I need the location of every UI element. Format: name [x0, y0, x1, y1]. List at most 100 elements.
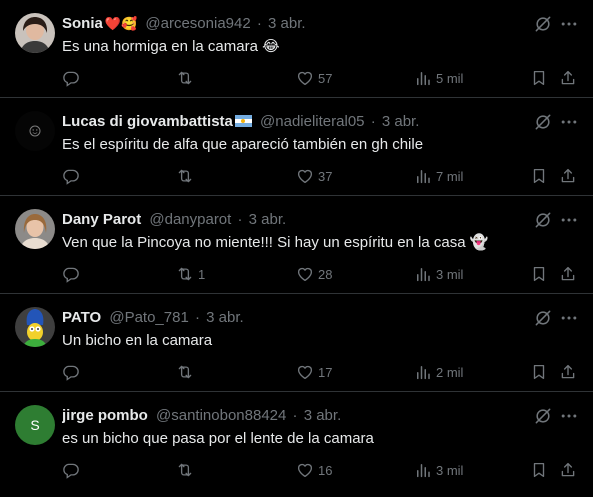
user-handle[interactable]: @Pato_781: [109, 309, 188, 326]
more-options-icon[interactable]: [559, 308, 579, 328]
views-count: 3 mil: [436, 462, 464, 478]
retweet-icon: [176, 265, 194, 283]
like-count: 57: [318, 70, 333, 86]
reply-item[interactable]: PATO @Pato_781 · 3 abr. Un bicho en la c…: [0, 294, 593, 392]
user-avatar[interactable]: [15, 13, 55, 53]
user-avatar[interactable]: [15, 307, 55, 347]
user-handle[interactable]: @nadieliteral05: [260, 113, 364, 130]
share-button[interactable]: [559, 460, 577, 480]
bookmark-icon: [530, 69, 548, 87]
action-bar: 57 5 mil: [62, 68, 579, 88]
reply-item[interactable]: Sonia ❤️🥰 @arcesonia942 · 3 abr. Es una h…: [0, 0, 593, 98]
reply-header: PATO @Pato_781 · 3 abr.: [62, 308, 523, 328]
share-button[interactable]: [559, 362, 577, 382]
separator-dot: ·: [256, 15, 262, 32]
post-date[interactable]: 3 abr.: [382, 113, 420, 130]
views-button[interactable]: 5 mil: [414, 68, 463, 88]
share-button[interactable]: [559, 68, 577, 88]
bookmark-button[interactable]: [530, 166, 548, 186]
replies-feed: Sonia ❤️🥰 @arcesonia942 · 3 abr. Es una h…: [0, 0, 593, 496]
retweet-button[interactable]: [176, 68, 198, 88]
reply-button[interactable]: [62, 166, 84, 186]
reply-icon: [62, 461, 80, 479]
post-date[interactable]: 3 abr.: [268, 15, 306, 32]
like-count: 16: [318, 462, 333, 478]
grok-icon[interactable]: [533, 210, 553, 230]
more-options-icon[interactable]: [559, 406, 579, 426]
bookmark-button[interactable]: [530, 362, 548, 382]
display-name[interactable]: Lucas di giovambattista: [62, 113, 233, 130]
reply-text: Es el espíritu de alfa que apareció tamb…: [62, 136, 424, 153]
action-bar: 17 2 mil: [62, 362, 579, 382]
reply-text: es un bicho que pasa por el lente de la …: [62, 430, 374, 447]
share-icon: [559, 363, 577, 381]
retweet-icon: [176, 363, 194, 381]
views-chart-icon: [414, 69, 432, 87]
like-button[interactable]: 17: [296, 362, 332, 382]
display-name[interactable]: PATO: [62, 309, 101, 326]
views-button[interactable]: 7 mil: [414, 166, 463, 186]
grok-icon[interactable]: [533, 112, 553, 132]
views-chart-icon: [414, 363, 432, 381]
grok-icon[interactable]: [533, 308, 553, 328]
reply-item[interactable]: S jirge pombo @santinobon88424 · 3 abr. …: [0, 392, 593, 496]
like-button[interactable]: 37: [296, 166, 332, 186]
bookmark-button[interactable]: [530, 460, 548, 480]
user-handle[interactable]: @arcesonia942: [145, 15, 250, 32]
bookmark-button[interactable]: [530, 264, 548, 284]
name-emoji: ❤️🥰: [104, 16, 138, 31]
views-chart-icon: [414, 265, 432, 283]
share-icon: [559, 265, 577, 283]
heart-icon: [296, 363, 314, 381]
separator-dot: ·: [194, 309, 200, 326]
reply-item[interactable]: Dany Parot @danyparot · 3 abr. Ven que l…: [0, 196, 593, 294]
reply-header: jirge pombo @santinobon88424 · 3 abr.: [62, 406, 523, 426]
more-options-icon[interactable]: [559, 210, 579, 230]
retweet-button[interactable]: [176, 460, 198, 480]
user-avatar[interactable]: S: [15, 405, 55, 445]
bookmark-icon: [530, 461, 548, 479]
grok-icon[interactable]: [533, 406, 553, 426]
like-count: 28: [318, 266, 333, 282]
retweet-button[interactable]: [176, 166, 198, 186]
like-button[interactable]: 57: [296, 68, 332, 88]
retweet-button[interactable]: 1: [176, 264, 205, 284]
reply-text: Un bicho en la camara: [62, 332, 213, 349]
share-icon: [559, 69, 577, 87]
user-avatar[interactable]: [15, 209, 55, 249]
bookmark-button[interactable]: [530, 68, 548, 88]
like-button[interactable]: 28: [296, 264, 332, 284]
user-handle[interactable]: @danyparot: [149, 211, 231, 228]
share-icon: [559, 167, 577, 185]
more-options-icon[interactable]: [559, 14, 579, 34]
views-button[interactable]: 3 mil: [414, 264, 463, 284]
post-date[interactable]: 3 abr.: [206, 309, 244, 326]
like-button[interactable]: 16: [296, 460, 332, 480]
display-name[interactable]: jirge pombo: [62, 407, 148, 424]
retweet-icon: [176, 461, 194, 479]
argentina-flag-icon: [234, 115, 252, 127]
retweet-button[interactable]: [176, 362, 198, 382]
reply-header: Dany Parot @danyparot · 3 abr.: [62, 210, 523, 230]
reply-item[interactable]: Lucas di giovambattista @nadieliteral05 …: [0, 98, 593, 196]
more-options-icon[interactable]: [559, 112, 579, 132]
display-name[interactable]: Dany Parot: [62, 211, 141, 228]
share-button[interactable]: [559, 264, 577, 284]
views-button[interactable]: 3 mil: [414, 460, 463, 480]
action-bar: 16 3 mil: [62, 460, 579, 480]
reply-button[interactable]: [62, 362, 84, 382]
post-date[interactable]: 3 abr.: [304, 407, 342, 424]
user-handle[interactable]: @santinobon88424: [156, 407, 286, 424]
heart-icon: [296, 167, 314, 185]
views-chart-icon: [414, 461, 432, 479]
views-button[interactable]: 2 mil: [414, 362, 463, 382]
reply-button[interactable]: [62, 460, 84, 480]
user-avatar[interactable]: [15, 111, 55, 151]
reply-icon: [62, 69, 80, 87]
post-date[interactable]: 3 abr.: [249, 211, 287, 228]
display-name[interactable]: Sonia: [62, 15, 103, 32]
reply-button[interactable]: [62, 264, 84, 284]
reply-button[interactable]: [62, 68, 84, 88]
grok-icon[interactable]: [533, 14, 553, 34]
share-button[interactable]: [559, 166, 577, 186]
